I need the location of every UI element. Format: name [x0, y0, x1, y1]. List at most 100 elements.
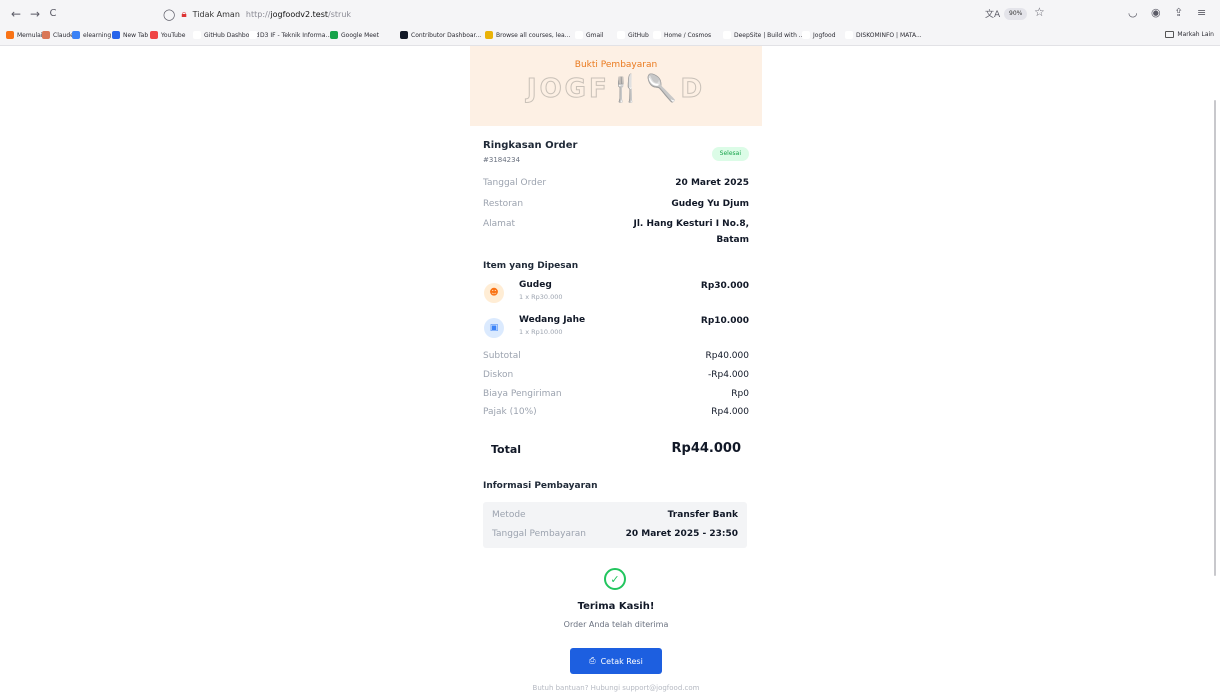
bookmark-item[interactable]: Jogfood: [802, 31, 836, 39]
detail-value-line2: Batam: [716, 235, 749, 245]
payment-label: Tanggal Pembayaran: [492, 529, 586, 539]
bookmark-favicon-icon: [193, 31, 201, 39]
bookmark-item[interactable]: Memulai: [6, 31, 43, 39]
receipt-header: Bukti Pembayaran JOGF🍴🥄D: [470, 46, 762, 126]
printer-icon: ⎙: [589, 656, 596, 665]
bookmark-favicon-icon: [617, 31, 625, 39]
bookmark-star-icon[interactable]: ☆: [1034, 5, 1045, 19]
summary-label: Diskon: [483, 370, 514, 380]
detail-value: 20 Maret 2025: [675, 178, 749, 188]
item-price: Rp10.000: [700, 316, 749, 326]
bookmark-favicon-icon: [845, 31, 853, 39]
receipt-subtitle: Bukti Pembayaran: [574, 60, 658, 70]
bookmark-item[interactable]: GitHub: [617, 31, 649, 39]
pocket-icon[interactable]: ◡: [1128, 6, 1138, 19]
list-item: ☻ Gudeg 1 x Rp30.000 Rp30.000: [483, 280, 749, 308]
account-icon[interactable]: ◉: [1151, 6, 1161, 19]
bookmark-label: Google Meet: [341, 31, 379, 39]
check-circle-icon: ✓: [604, 568, 626, 590]
bookmark-item[interactable]: Gmail: [575, 31, 604, 39]
bookmark-item[interactable]: Browse all courses, lea...: [485, 31, 570, 39]
bookmark-favicon-icon: [653, 31, 661, 39]
bookmark-favicon-icon: [485, 31, 493, 39]
list-item: ▣ Wedang Jahe 1 x Rp10.000 Rp10.000: [483, 315, 749, 343]
items-title: Item yang Dipesan: [483, 261, 579, 271]
url-scheme: http://: [245, 9, 271, 19]
url-path: /struk: [328, 9, 352, 19]
address-bar[interactable]: ◯ 🔒︎ Tidak Aman http://jogfoodv2.test/st…: [163, 5, 351, 23]
other-bookmarks-label: Markah Lain: [1177, 31, 1214, 38]
bookmark-label: Memulai: [17, 31, 43, 39]
bookmark-favicon-icon: [42, 31, 50, 39]
bookmark-favicon-icon: [723, 31, 731, 39]
bookmark-favicon-icon: [112, 31, 120, 39]
bookmark-item[interactable]: D3 IF - Teknik Informa...: [249, 31, 331, 39]
thanks-subtitle: Order Anda telah diterima: [563, 620, 669, 629]
bookmark-label: New Tab: [123, 31, 149, 39]
item-qty: 1 x Rp30.000: [519, 293, 563, 301]
total-value: Rp44.000: [671, 441, 741, 456]
summary-label: Pajak (10%): [483, 407, 537, 417]
print-receipt-button[interactable]: ⎙ Cetak Resi: [570, 648, 662, 674]
order-summary-title: Ringkasan Order: [483, 140, 578, 151]
browser-toolbar: ← → C ◯ 🔒︎ Tidak Aman http://jogfoodv2.t…: [0, 0, 1220, 28]
url-host: jogfoodv2.test: [270, 9, 329, 19]
bookmark-favicon-icon: [6, 31, 14, 39]
receipt-card: Bukti Pembayaran JOGF🍴🥄D Ringkasan Order…: [470, 46, 762, 695]
payment-value: Transfer Bank: [667, 510, 738, 520]
summary-value: Rp4.000: [711, 407, 749, 417]
bookmark-item[interactable]: elearning if: [72, 31, 117, 39]
item-qty: 1 x Rp10.000: [519, 328, 563, 336]
payment-info-box: Metode Transfer Bank Tanggal Pembayaran …: [483, 502, 747, 548]
scrollbar[interactable]: [1214, 100, 1216, 576]
share-icon[interactable]: ⇪: [1174, 6, 1183, 19]
tracking-shield-icon[interactable]: ◯: [163, 8, 175, 21]
insecure-lock-icon[interactable]: 🔒︎: [181, 9, 186, 20]
item-name: Gudeg: [519, 280, 552, 290]
bookmark-favicon-icon: [249, 31, 257, 39]
bookmark-label: D3 IF - Teknik Informa...: [260, 31, 332, 39]
bookmark-item[interactable]: Google Meet: [330, 31, 379, 39]
bookmark-item[interactable]: Contributor Dashboar...: [400, 31, 481, 39]
back-icon[interactable]: ←: [8, 6, 24, 22]
bookmark-item[interactable]: YouTube: [150, 31, 185, 39]
summary-value: Rp0: [731, 389, 749, 399]
translate-icon[interactable]: 文A: [985, 7, 1000, 20]
bookmark-label: Gmail: [586, 31, 604, 39]
reload-icon[interactable]: C: [45, 6, 61, 22]
browser-chrome: ← → C ◯ 🔒︎ Tidak Aman http://jogfoodv2.t…: [0, 0, 1220, 46]
item-price: Rp30.000: [700, 281, 749, 291]
bookmark-label: GitHub: [628, 31, 649, 39]
bookmark-label: Browse all courses, lea...: [496, 31, 571, 39]
bookmark-label: YouTube: [161, 31, 186, 39]
bookmark-item[interactable]: Claude: [42, 31, 74, 39]
bookmark-favicon-icon: [150, 31, 158, 39]
url-text[interactable]: http://jogfoodv2.test/struk: [246, 10, 351, 19]
summary-label: Biaya Pengiriman: [483, 389, 562, 399]
detail-value-line1: Jl. Hang Kesturi I No.8,: [633, 219, 749, 229]
bookmark-item[interactable]: DeepSite | Build with ...: [723, 31, 805, 39]
summary-label: Subtotal: [483, 351, 521, 361]
bookmark-item[interactable]: Home / Cosmos: [653, 31, 711, 39]
other-bookmarks[interactable]: Markah Lain: [1165, 31, 1214, 38]
security-label: Tidak Aman: [192, 9, 240, 19]
food-icon: ☻: [484, 283, 504, 303]
detail-value: Gudeg Yu Djum: [671, 199, 749, 209]
bookmark-favicon-icon: [575, 31, 583, 39]
status-badge: Selesai: [711, 147, 749, 161]
forward-icon[interactable]: →: [27, 6, 43, 22]
payment-value: 20 Maret 2025 - 23:50: [625, 529, 738, 539]
bookmark-favicon-icon: [400, 31, 408, 39]
bookmark-item[interactable]: DISKOMINFO | MATA...: [845, 31, 922, 39]
detail-label: Restoran: [483, 199, 524, 209]
bookmark-item[interactable]: New Tab: [112, 31, 148, 39]
payment-title: Informasi Pembayaran: [483, 481, 598, 491]
print-button-label: Cetak Resi: [600, 656, 643, 666]
detail-label: Alamat: [483, 219, 515, 229]
menu-icon[interactable]: ≡: [1197, 6, 1206, 19]
bookmarks-bar: Memulai Claude elearning if New Tab YouTube G…: [0, 28, 1220, 45]
jogfood-logo: JOGF🍴🥄D: [526, 74, 706, 105]
bookmark-label: Contributor Dashboar...: [411, 31, 482, 39]
help-text: Butuh bantuan? Hubungi support@jogfood.c…: [532, 684, 700, 692]
zoom-level[interactable]: 90%: [1004, 8, 1028, 20]
